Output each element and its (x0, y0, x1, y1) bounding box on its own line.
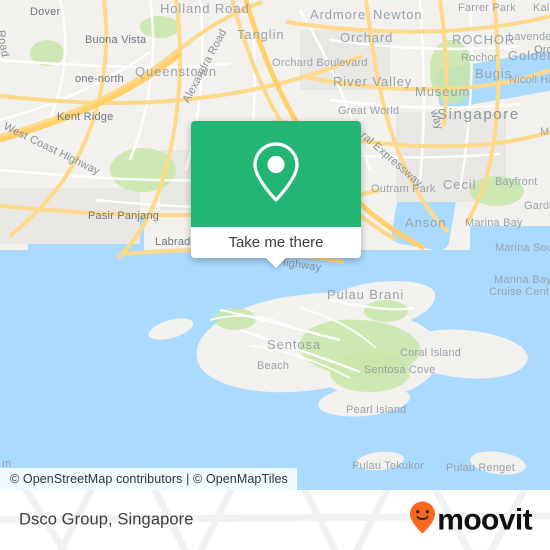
card-pointer-tail (265, 257, 287, 268)
page-footer: Dsco Group, Singapore moovit (0, 490, 550, 550)
map-pin-icon (250, 140, 302, 209)
app-screenshot: Dover Holland Road Ardmore Newton Farrer Par… (0, 0, 550, 550)
location-title: Dsco Group, Singapore (19, 510, 194, 529)
take-me-there-label: Take me there (228, 234, 324, 251)
moovit-logo[interactable]: moovit (409, 501, 533, 540)
moovit-wordmark: moovit (437, 503, 532, 536)
map-attribution[interactable]: © OpenStreetMap contributors | © OpenMap… (0, 468, 297, 490)
take-me-there-button[interactable]: Take me there (191, 227, 361, 258)
card-header (191, 121, 361, 227)
location-popup-card[interactable]: Take me there (191, 121, 361, 268)
moovit-pin-icon (409, 501, 436, 540)
attribution-text: © OpenStreetMap contributors | © OpenMap… (10, 472, 288, 486)
